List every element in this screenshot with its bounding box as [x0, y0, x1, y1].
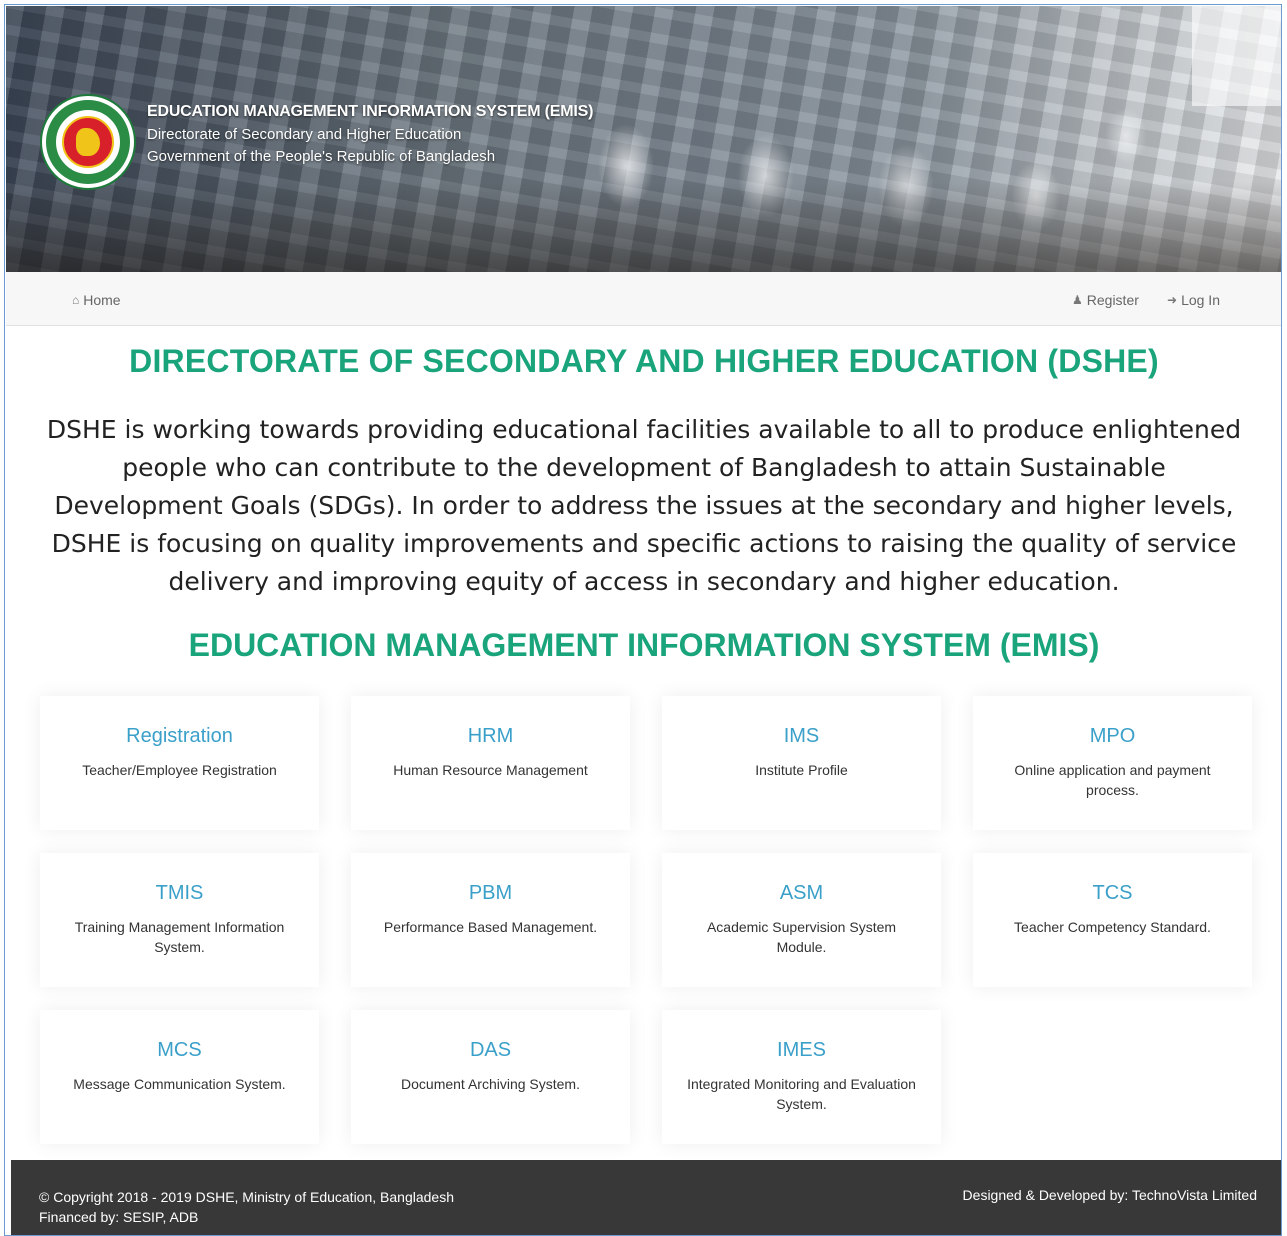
- module-title[interactable]: HRM: [351, 725, 630, 748]
- module-title[interactable]: TCS: [973, 882, 1252, 905]
- module-description: Message Communication System.: [73, 1076, 286, 1092]
- module-card-mcs[interactable]: MCS Message Communication System.: [40, 1010, 319, 1144]
- page-frame: EDUCATION MANAGEMENT INFORMATION SYSTEM …: [4, 4, 1282, 1236]
- sign-in-icon: ➜: [1167, 293, 1178, 307]
- module-description: Teacher Competency Standard.: [1014, 919, 1211, 935]
- nav-login-link[interactable]: ➜ Log In: [1167, 292, 1220, 308]
- module-title[interactable]: Registration: [40, 725, 319, 748]
- module-title[interactable]: MCS: [40, 1039, 319, 1062]
- module-card-mpo[interactable]: MPO Online application and payment proce…: [973, 696, 1252, 830]
- module-description: Teacher/Employee Registration: [82, 762, 277, 778]
- module-title[interactable]: PBM: [351, 882, 630, 905]
- nav-home-label: Home: [83, 292, 121, 308]
- module-title[interactable]: ASM: [662, 882, 941, 905]
- user-icon: ♟: [1072, 293, 1083, 307]
- module-description: Academic Supervision System Module.: [706, 919, 897, 955]
- government-seal-logo[interactable]: [40, 94, 136, 190]
- module-description: Institute Profile: [755, 762, 848, 778]
- module-description: Training Management Information System.: [74, 919, 285, 955]
- module-card-tcs[interactable]: TCS Teacher Competency Standard.: [973, 853, 1252, 987]
- page-footer: © Copyright 2018 - 2019 DSHE, Ministry o…: [11, 1160, 1281, 1235]
- header-text: EDUCATION MANAGEMENT INFORMATION SYSTEM …: [147, 103, 593, 165]
- module-title[interactable]: MPO: [973, 725, 1252, 748]
- module-card-das[interactable]: DAS Document Archiving System.: [351, 1010, 630, 1144]
- module-card-pbm[interactable]: PBM Performance Based Management.: [351, 853, 630, 987]
- footer-copyright: © Copyright 2018 - 2019 DSHE, Ministry o…: [39, 1189, 454, 1205]
- dshe-heading: DIRECTORATE OF SECONDARY AND HIGHER EDUC…: [129, 343, 1159, 379]
- module-grid: Registration Teacher/Employee Registrati…: [40, 696, 1254, 1144]
- module-card-registration[interactable]: Registration Teacher/Employee Registrati…: [40, 696, 319, 830]
- header-banner: EDUCATION MANAGEMENT INFORMATION SYSTEM …: [6, 6, 1281, 272]
- module-description: Integrated Monitoring and Evaluation Sys…: [687, 1076, 916, 1112]
- home-icon: ⌂: [72, 293, 80, 307]
- module-card-imes[interactable]: IMES Integrated Monitoring and Evaluatio…: [662, 1010, 941, 1144]
- module-title[interactable]: TMIS: [40, 882, 319, 905]
- module-title[interactable]: IMS: [662, 725, 941, 748]
- footer-financed-by: Financed by: SESIP, ADB: [39, 1209, 199, 1225]
- module-description: Performance Based Management.: [383, 919, 598, 935]
- nav-register-link[interactable]: ♟ Register: [1072, 292, 1139, 308]
- module-card-ims[interactable]: IMS Institute Profile: [662, 696, 941, 830]
- site-subtitle-directorate: Directorate of Secondary and Higher Educ…: [147, 126, 462, 143]
- module-description: Human Resource Management: [393, 762, 588, 778]
- nav-register-label: Register: [1086, 292, 1139, 308]
- top-navbar: ⌂ Home ♟ Register ➜ Log In: [6, 272, 1281, 326]
- site-subtitle-government: Government of the People's Republic of B…: [147, 148, 496, 165]
- nav-home-link[interactable]: ⌂ Home: [72, 292, 121, 308]
- module-title[interactable]: DAS: [351, 1039, 630, 1062]
- emis-heading: EDUCATION MANAGEMENT INFORMATION SYSTEM …: [188, 627, 1100, 663]
- site-title: EDUCATION MANAGEMENT INFORMATION SYSTEM …: [147, 103, 594, 120]
- dshe-description: DSHE is working towards providing educat…: [46, 415, 1242, 596]
- module-card-asm[interactable]: ASM Academic Supervision System Module.: [662, 853, 941, 987]
- footer-developer-credit: Designed & Developed by: TechnoVista Lim…: [962, 1187, 1257, 1203]
- module-card-tmis[interactable]: TMIS Training Management Information Sys…: [40, 853, 319, 987]
- module-description: Online application and payment process.: [1014, 762, 1211, 798]
- module-card-hrm[interactable]: HRM Human Resource Management: [351, 696, 630, 830]
- nav-login-label: Log In: [1181, 292, 1220, 308]
- module-title[interactable]: IMES: [662, 1039, 941, 1062]
- module-description: Document Archiving System.: [401, 1076, 580, 1092]
